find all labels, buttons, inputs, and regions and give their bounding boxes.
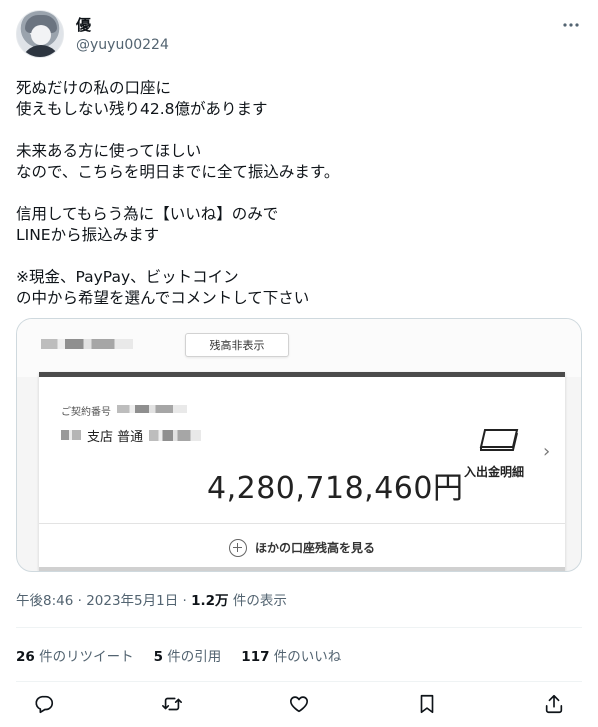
- plus-circle-icon: [228, 538, 247, 557]
- passbook-icon: [477, 427, 521, 457]
- retweets-label: 件のリツイート: [34, 649, 134, 665]
- bank-screenshot-image[interactable]: 残高非表示 ご契約番号 支店 普通 4,280,718,460円 入出金明細 ›…: [16, 318, 582, 572]
- likes-stat[interactable]: 117 件のいいね: [241, 645, 341, 665]
- quotes-stat[interactable]: 5 件の引用: [154, 645, 222, 665]
- other-accounts-label: ほかの口座残高を見る: [254, 541, 375, 555]
- account-card: ご契約番号 支店 普通 4,280,718,460円 入出金明細 › ほかの口座…: [39, 372, 565, 571]
- tweet-date[interactable]: 2023年5月1日: [86, 593, 178, 609]
- retweet-icon[interactable]: [158, 690, 186, 718]
- likes-count: 117: [241, 649, 270, 665]
- chevron-right-icon: ›: [543, 441, 551, 462]
- action-bar: [30, 690, 568, 718]
- like-icon[interactable]: [285, 690, 313, 718]
- other-accounts-row: ほかの口座残高を見る: [39, 524, 565, 571]
- branch-type: 支店 普通: [87, 430, 144, 445]
- retweets-stat[interactable]: 26 件のリツイート: [16, 645, 134, 665]
- tweet-line: LINEから振込みます: [16, 226, 160, 244]
- tweet-line: 未来ある方に使ってほしい: [16, 142, 202, 160]
- blurred-contract-number: [117, 405, 187, 413]
- blurred-branch-name: [61, 430, 81, 440]
- meta-separator: ·: [178, 593, 192, 609]
- account-balance: 4,280,718,460円: [207, 471, 464, 506]
- tweet-header: 優 @yuyu00224: [16, 10, 582, 62]
- transaction-history-label: 入出金明細: [464, 465, 525, 479]
- bank-header: 残高非表示: [17, 319, 581, 377]
- likes-label: 件のいいね: [269, 649, 342, 665]
- retweets-count: 26: [16, 649, 35, 665]
- divider: [16, 627, 582, 628]
- blurred-bank-name: [41, 339, 133, 349]
- tweet-stats: 26 件のリツイート 5 件の引用 117 件のいいね: [16, 645, 341, 665]
- reply-icon[interactable]: [30, 690, 58, 718]
- quotes-count: 5: [153, 649, 163, 665]
- tweet-line: [16, 183, 576, 204]
- blurred-account-number: [149, 430, 201, 441]
- scroll-shadow: [39, 567, 565, 571]
- more-icon[interactable]: [560, 14, 582, 36]
- author-name[interactable]: 優: [76, 14, 91, 35]
- tweet-line: なので、こちらを明日までに全て振込みます。: [16, 163, 340, 181]
- views-label: 件の表示: [228, 593, 287, 609]
- tweet-line: 使えもしない残り42.8億があります: [16, 100, 268, 118]
- tweet-meta: 午後8:46 · 2023年5月1日 · 1.2万 件の表示: [16, 589, 287, 609]
- author-handle[interactable]: @yuyu00224: [76, 37, 169, 53]
- contract-number-label: ご契約番号: [61, 407, 111, 418]
- quotes-label: 件の引用: [163, 649, 222, 665]
- divider: [16, 681, 582, 682]
- views-count: 1.2万: [191, 593, 229, 609]
- tweet-line: 死ぬだけの私の口座に: [16, 79, 172, 97]
- tweet-line: 信用してもらう為に【いいね】のみで: [16, 205, 279, 223]
- tweet-text: 死ぬだけの私の口座に 使えもしない残り42.8億があります 未来ある方に使ってほ…: [16, 78, 576, 309]
- tweet-line: の中から希望を選んでコメントして下さい: [16, 289, 310, 307]
- hide-balance-button: 残高非表示: [185, 333, 289, 357]
- tweet-time[interactable]: 午後8:46: [16, 593, 73, 609]
- meta-separator: ·: [73, 593, 87, 609]
- avatar[interactable]: [16, 10, 64, 58]
- tweet-line: [16, 120, 576, 141]
- share-icon[interactable]: [540, 690, 568, 718]
- tweet-line: ※現金、PayPay、ビットコイン: [16, 268, 239, 286]
- tweet-line: [16, 246, 576, 267]
- bookmark-icon[interactable]: [413, 690, 441, 718]
